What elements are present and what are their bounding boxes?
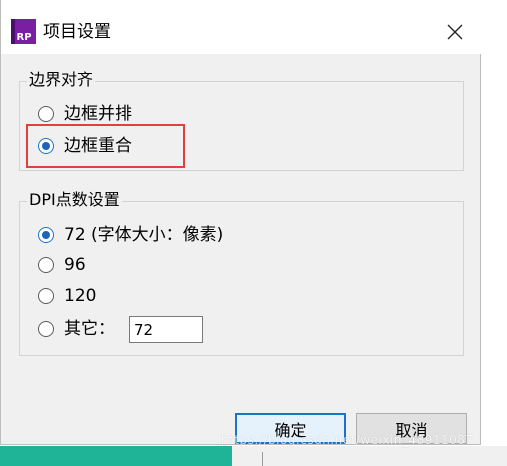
border-align-legend: 边界对齐 bbox=[27, 70, 96, 90]
custom-dpi-input[interactable] bbox=[129, 316, 203, 343]
close-icon[interactable] bbox=[447, 24, 463, 40]
dpi-legend: DPI点数设置 bbox=[27, 190, 122, 210]
svg-text:RP: RP bbox=[17, 32, 32, 43]
background-gray-strip bbox=[232, 446, 507, 466]
radio-option-dpi-other[interactable]: 其它： bbox=[38, 318, 115, 340]
radio-button[interactable] bbox=[38, 321, 54, 337]
radio-label: 72 (字体大小：像素) bbox=[64, 225, 224, 245]
radio-label: 120 bbox=[64, 286, 97, 306]
title-bar: RP 项目设置 bbox=[1, 0, 482, 54]
radio-label: 其它： bbox=[64, 319, 115, 339]
watermark: https://blog.csdn.net/weixin_48911087 bbox=[221, 433, 474, 447]
radio-button[interactable] bbox=[38, 106, 54, 122]
dialog-title: 项目设置 bbox=[43, 22, 111, 42]
background-teal-strip bbox=[0, 446, 232, 466]
radio-button[interactable] bbox=[38, 288, 54, 304]
radio-option-dpi-120[interactable]: 120 bbox=[38, 285, 96, 307]
radio-label: 96 bbox=[64, 255, 86, 275]
radio-label: 边框并排 bbox=[64, 104, 132, 124]
radio-button[interactable] bbox=[38, 257, 54, 273]
project-settings-dialog: RP 项目设置 边界对齐 边框并排 边框重合 DPI点数设置 72 (字体大小：… bbox=[0, 0, 482, 445]
background-divider bbox=[262, 452, 263, 466]
radio-option-side-by-side[interactable]: 边框并排 bbox=[38, 103, 132, 125]
radio-option-dpi-96[interactable]: 96 bbox=[38, 254, 86, 276]
annotation-highlight-box bbox=[26, 124, 185, 168]
rp-app-icon: RP bbox=[11, 19, 36, 44]
radio-button-selected[interactable] bbox=[38, 227, 54, 243]
radio-option-dpi-72[interactable]: 72 (字体大小：像素) bbox=[38, 224, 223, 246]
